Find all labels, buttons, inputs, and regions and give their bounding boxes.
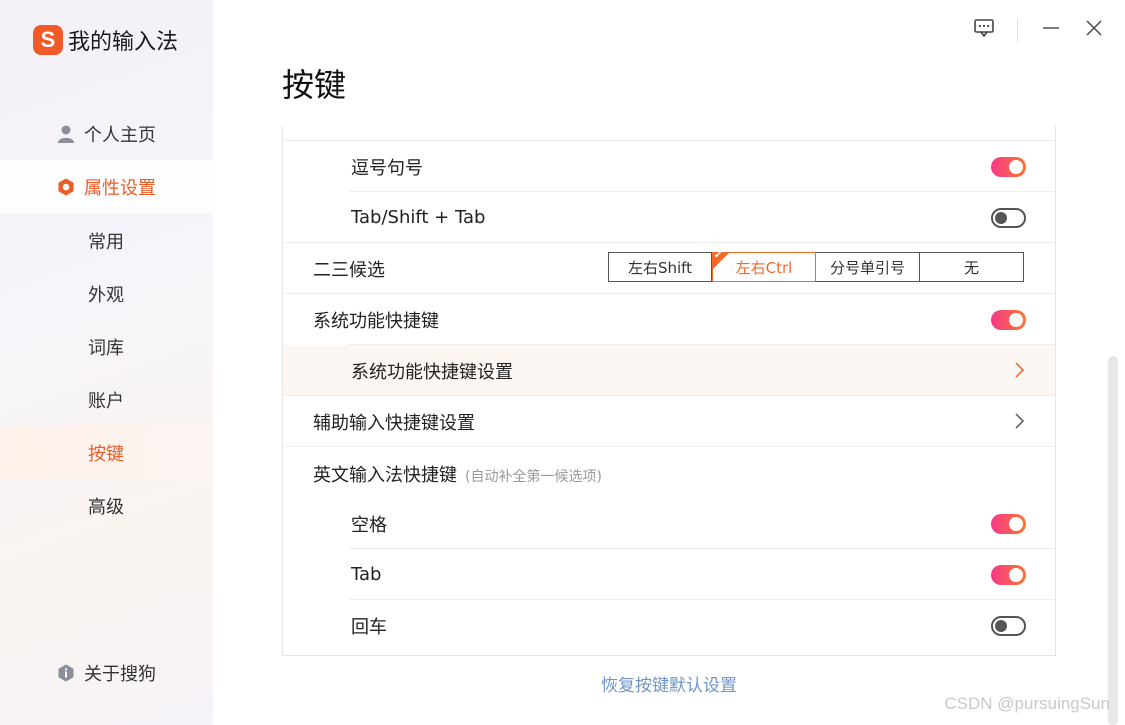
settings-row-tab-shift-tab: Tab/Shift + Tab	[283, 192, 1055, 243]
sidebar-item-label: 关于搜狗	[84, 663, 156, 685]
scrollbar-thumb[interactable]	[1108, 356, 1118, 725]
sidebar-item-appearance[interactable]: 外观	[0, 267, 213, 320]
row-label: 英文输入法快捷键	[313, 464, 457, 486]
row-label: 辅助输入快捷键设置	[313, 412, 475, 434]
row-label: 系统功能快捷键	[313, 310, 439, 332]
sogou-logo-icon: S	[33, 25, 63, 55]
sidebar-item-label: 属性设置	[84, 177, 156, 199]
tab-shift-tab-toggle[interactable]	[991, 207, 1026, 228]
system-shortcuts-toggle[interactable]	[991, 309, 1026, 330]
settings-row-system-shortcut-settings[interactable]: 系统功能快捷键设置	[283, 345, 1055, 396]
chevron-right-icon	[1013, 412, 1025, 430]
row-label: 系统功能快捷键设置	[351, 361, 513, 383]
row-label-group: 英文输入法快捷键 (自动补全第一候选项)	[313, 461, 602, 487]
toggle-knob	[995, 211, 1007, 224]
option-none[interactable]: 无	[920, 252, 1024, 282]
settings-row-comma-period: 逗号句号	[283, 141, 1055, 192]
option-label: 左右Ctrl	[735, 258, 793, 277]
comma-period-toggle[interactable]	[991, 156, 1026, 177]
sidebar-item-label: 常用	[88, 231, 124, 253]
option-label: 左右Shift	[627, 258, 693, 277]
sidebar-item-advanced[interactable]: 高级	[0, 479, 213, 532]
minimize-button[interactable]	[1035, 14, 1067, 46]
sidebar-item-label: 高级	[88, 496, 124, 518]
row-label: 逗号句号	[351, 157, 423, 179]
check-icon: ✔	[714, 250, 723, 261]
sidebar-item-account[interactable]: 账户	[0, 373, 213, 426]
settings-row-space: 空格	[283, 498, 1055, 549]
row-label: Tab	[351, 564, 382, 585]
close-button[interactable]	[1078, 14, 1110, 46]
watermark: CSDN @pursuingSun	[944, 694, 1110, 713]
option-left-right-ctrl[interactable]: ✔ 左右Ctrl	[712, 250, 816, 282]
option-label: 分号单引号	[829, 258, 905, 277]
option-left-right-shift[interactable]: 左右Shift	[608, 252, 712, 282]
sidebar-item-label: 按键	[88, 443, 124, 465]
row-label: 二三候选	[313, 259, 385, 281]
settings-row-system-shortcuts: 系统功能快捷键	[283, 294, 1055, 345]
settings-row-tab: Tab	[283, 549, 1055, 600]
option-semicolon-quote[interactable]: 分号单引号	[816, 252, 920, 282]
option-label: 无	[963, 258, 979, 277]
sidebar-item-label: 个人主页	[84, 124, 156, 146]
toggle-knob	[1009, 159, 1023, 174]
feedback-button[interactable]	[968, 14, 1000, 46]
feedback-icon	[974, 19, 994, 41]
enter-toggle[interactable]	[991, 615, 1026, 636]
sidebar-item-label: 账户	[88, 390, 124, 412]
sidebar-item-about[interactable]: 关于搜狗	[0, 646, 213, 699]
app-logo: S 我的输入法	[33, 24, 178, 56]
sidebar-item-common[interactable]: 常用	[0, 214, 213, 267]
close-icon	[1085, 19, 1103, 41]
candidate-key-segmented-control: 左右Shift ✔ 左右Ctrl 分号单引号 无	[608, 250, 1024, 282]
window-controls-divider	[1017, 18, 1018, 42]
hexagon-settings-icon	[57, 178, 75, 196]
sidebar-item-label: 外观	[88, 284, 124, 306]
info-shield-icon	[57, 664, 75, 682]
sidebar-item-settings[interactable]: 属性设置	[0, 160, 213, 213]
sidebar: S 我的输入法 个人主页 属性设置 常用 外观 词库 账户 按键 高级 关于搜狗	[0, 0, 213, 725]
app-title: 我的输入法	[68, 30, 179, 55]
page-title: 按键	[282, 66, 347, 104]
tab-toggle[interactable]	[991, 564, 1026, 585]
sidebar-item-profile[interactable]: 个人主页	[0, 107, 213, 160]
sidebar-item-label: 词库	[88, 337, 124, 359]
sidebar-item-dictionary[interactable]: 词库	[0, 320, 213, 373]
minimize-icon	[1042, 19, 1060, 41]
row-hint: (自动补全第一候选项)	[465, 468, 602, 485]
divider	[283, 446, 1055, 447]
toggle-knob	[1009, 516, 1023, 531]
settings-row-enter: 回车	[283, 600, 1055, 651]
row-label: 空格	[351, 514, 387, 536]
chevron-right-icon	[1013, 361, 1025, 379]
row-label: 回车	[351, 616, 387, 638]
row-label: Tab/Shift + Tab	[351, 207, 486, 228]
space-toggle[interactable]	[991, 513, 1026, 534]
restore-defaults-container: 恢复按键默认设置	[282, 671, 1056, 696]
toggle-knob	[995, 619, 1007, 632]
toggle-knob	[1009, 312, 1023, 327]
settings-row-second-third-candidate: 二三候选 左右Shift ✔ 左右Ctrl 分号单引号 无	[283, 243, 1055, 294]
settings-row-assist-input-shortcut[interactable]: 辅助输入快捷键设置	[283, 396, 1055, 447]
restore-defaults-link[interactable]: 恢复按键默认设置	[601, 676, 737, 696]
toggle-knob	[1009, 567, 1023, 582]
person-icon	[57, 125, 75, 143]
settings-row-english-shortcut: 英文输入法快捷键 (自动补全第一候选项)	[283, 448, 1055, 499]
sidebar-item-keys[interactable]: 按键	[0, 426, 213, 479]
